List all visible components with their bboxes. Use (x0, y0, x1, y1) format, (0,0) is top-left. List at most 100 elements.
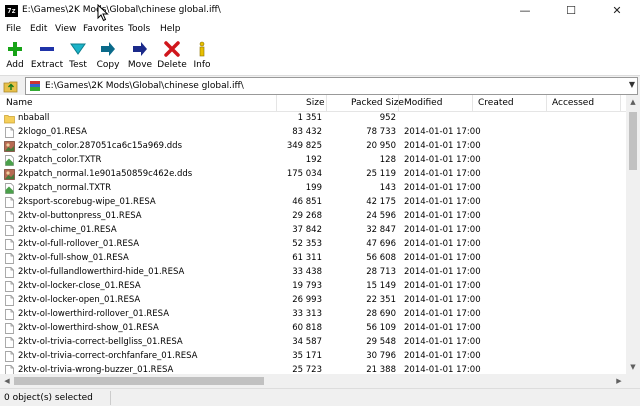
path-input[interactable]: E:\Games\2K Mods\Global\chinese global.i… (25, 77, 638, 95)
file-modified: 2014-01-01 17:00 (404, 323, 481, 333)
file-size: 33 313 (292, 309, 322, 319)
table-row[interactable]: nbaball 1 351 952 (0, 112, 626, 126)
file-modified: 2014-01-01 17:00 (404, 337, 481, 347)
file-modified: 2014-01-01 17:00 (404, 183, 481, 193)
scroll-down-icon[interactable]: ▼ (626, 360, 640, 374)
file-modified: 2014-01-01 17:00 (404, 253, 481, 263)
menu-bar: File Edit View Favorites Tools Help (0, 22, 640, 37)
column-modified[interactable]: Modified (404, 98, 442, 108)
table-row[interactable]: 2ktv-ol-trivia-wrong-buzzer_01.RESA 25 72… (0, 364, 626, 374)
delete-button[interactable]: Delete (157, 39, 187, 73)
file-packed-size: 22 351 (366, 295, 396, 305)
title-bar[interactable]: 7z E:\Games\2K Mods\Global\chinese globa… (0, 0, 640, 22)
table-row[interactable]: 2ktv-ol-full-show_01.RESA 61 311 56 608 201… (0, 252, 626, 266)
file-packed-size: 952 (379, 113, 396, 123)
test-button[interactable]: Test (66, 39, 90, 73)
file-name: 2ktv-ol-buttonpress_01.RESA (18, 211, 142, 221)
file-size: 34 587 (292, 337, 322, 347)
table-row[interactable]: 2ktv-ol-lowerthird-show_01.RESA 60 818 56 … (0, 322, 626, 336)
file-icon (5, 323, 14, 334)
table-row[interactable]: 2kpatch_normal.TXTR 199 143 2014-01-01 17:0… (0, 182, 626, 196)
file-packed-size: 28 713 (366, 267, 396, 277)
table-row[interactable]: 2ktv-ol-buttonpress_01.RESA 29 268 24 596 2… (0, 210, 626, 224)
menu-favorites[interactable]: Favorites (83, 24, 124, 34)
table-row[interactable]: 2kpatch_color.287051ca6c15a969.dds 349 82… (0, 140, 626, 154)
column-created[interactable]: Created (478, 98, 514, 108)
menu-file[interactable]: File (6, 24, 21, 34)
maximize-button[interactable]: ☐ (548, 0, 594, 22)
chevron-down-icon[interactable]: ▼ (629, 80, 635, 89)
extract-icon (40, 47, 54, 51)
table-row[interactable]: 2ktv-ol-trivia-correct-orchfanfare_01.RE… (0, 350, 626, 364)
file-modified: 2014-01-01 17:00 (404, 351, 481, 361)
file-icon (5, 197, 14, 208)
table-row[interactable]: 2klogo_01.RESA 83 432 78 733 2014-01-01 17:… (0, 126, 626, 140)
table-row[interactable]: 2ktv-ol-locker-open_01.RESA 26 993 22 351 2… (0, 294, 626, 308)
copy-button[interactable]: Copy (94, 39, 122, 73)
column-name[interactable]: Name (6, 98, 33, 108)
folder-icon (4, 115, 15, 124)
scroll-up-icon[interactable]: ▲ (626, 95, 640, 109)
info-button[interactable]: Info (190, 39, 214, 73)
horizontal-scrollbar[interactable]: ◀ ▶ (0, 374, 626, 388)
close-button[interactable]: ✕ (594, 0, 640, 22)
table-row[interactable]: 2ktv-ol-trivia-correct-bellgliss_01.RESA… (0, 336, 626, 350)
file-packed-size: 143 (379, 183, 396, 193)
file-name: nbaball (18, 113, 50, 123)
file-packed-size: 47 696 (366, 239, 396, 249)
folder-up-icon[interactable] (3, 78, 19, 94)
move-button[interactable]: Move (125, 39, 155, 73)
menu-view[interactable]: View (55, 24, 76, 34)
add-button[interactable]: Add (2, 39, 28, 73)
menu-edit[interactable]: Edit (30, 24, 47, 34)
file-modified: 2014-01-01 17:00 (404, 211, 481, 221)
scroll-left-icon[interactable]: ◀ (0, 374, 14, 388)
table-row[interactable]: 2ktv-ol-lowerthird-rollover_01.RESA 33 31… (0, 308, 626, 322)
table-row[interactable]: 2kpatch_normal.1e901a50859c462e.dds 175 0… (0, 168, 626, 182)
file-name: 2ksport-scorebug-wipe_01.RESA (18, 197, 156, 207)
archive-icon (30, 81, 40, 91)
info-icon (199, 41, 205, 57)
table-row[interactable]: 2ktv-ol-fullandlowerthird-hide_01.RESA 33… (0, 266, 626, 280)
file-size: 33 438 (292, 267, 322, 277)
file-icon (5, 239, 14, 250)
column-packed-size[interactable]: Packed Size (351, 98, 404, 108)
file-icon (5, 281, 14, 292)
file-size: 1 351 (297, 113, 322, 123)
file-size: 175 034 (286, 169, 322, 179)
file-size: 83 432 (292, 127, 322, 137)
column-accessed[interactable]: Accessed (552, 98, 594, 108)
file-modified: 2014-01-01 17:00 (404, 197, 481, 207)
file-modified: 2014-01-01 17:00 (404, 365, 481, 374)
file-size: 26 993 (292, 295, 322, 305)
file-name: 2ktv-ol-fullandlowerthird-hide_01.RESA (18, 267, 185, 277)
delete-icon (164, 41, 180, 57)
table-row[interactable]: 2ksport-scorebug-wipe_01.RESA 46 851 42 17… (0, 196, 626, 210)
table-row[interactable]: 2ktv-ol-locker-close_01.RESA 19 793 15 149… (0, 280, 626, 294)
file-name: 2kpatch_normal.TXTR (18, 183, 112, 193)
vertical-scrollbar[interactable]: ▲ ▼ (626, 95, 640, 374)
table-row[interactable]: 2kpatch_color.TXTR 192 128 2014-01-01 17:00 (0, 154, 626, 168)
file-name: 2klogo_01.RESA (18, 127, 87, 137)
scrollbar-corner (626, 374, 640, 388)
extract-button[interactable]: Extract (30, 39, 64, 73)
file-list[interactable]: nbaball 1 351 952 2klogo_01.RESA 83 432 78 73… (0, 112, 626, 374)
minimize-button[interactable]: — (502, 0, 548, 22)
table-row[interactable]: 2ktv-ol-chime_01.RESA 37 842 32 847 2014-01… (0, 224, 626, 238)
file-icon (5, 309, 14, 320)
file-modified: 2014-01-01 17:00 (404, 155, 481, 165)
file-modified: 2014-01-01 17:00 (404, 225, 481, 235)
menu-tools[interactable]: Tools (128, 24, 150, 34)
horizontal-scroll-thumb[interactable] (14, 377, 264, 385)
file-icon (5, 351, 14, 362)
scroll-right-icon[interactable]: ▶ (612, 374, 626, 388)
column-size[interactable]: Size (306, 98, 324, 108)
vertical-scroll-thumb[interactable] (629, 112, 637, 170)
toolbar: Add Extract Test Copy Move Delete Info (0, 37, 640, 75)
menu-help[interactable]: Help (160, 24, 181, 34)
table-row[interactable]: 2ktv-ol-full-rollover_01.RESA 52 353 47 69… (0, 238, 626, 252)
file-name: 2kpatch_color.287051ca6c15a969.dds (18, 141, 183, 151)
file-size: 29 268 (292, 211, 322, 221)
file-size: 349 825 (286, 141, 322, 151)
file-size: 199 (305, 183, 322, 193)
